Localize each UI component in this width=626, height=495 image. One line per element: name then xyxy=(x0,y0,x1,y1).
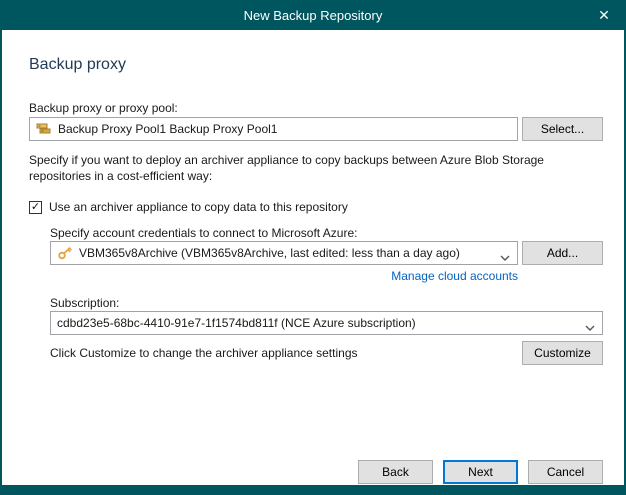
archiver-description: Specify if you want to deploy an archive… xyxy=(29,152,607,184)
add-button[interactable]: Add... xyxy=(522,241,603,265)
next-button[interactable]: Next xyxy=(443,460,518,484)
proxy-input[interactable]: Backup Proxy Pool1 Backup Proxy Pool1 xyxy=(29,117,518,141)
customize-button[interactable]: Customize xyxy=(522,341,603,365)
credentials-value: VBM365v8Archive (VBM365v8Archive, last e… xyxy=(79,246,460,260)
close-icon: ✕ xyxy=(598,7,610,24)
window-bottom-border xyxy=(2,485,624,495)
back-button[interactable]: Back xyxy=(358,460,433,484)
select-button[interactable]: Select... xyxy=(522,117,603,141)
window-title: New Backup Repository xyxy=(244,8,383,23)
chevron-down-icon xyxy=(585,320,595,326)
archiver-checkbox[interactable]: ✓ xyxy=(29,201,42,214)
manage-link-row: Manage cloud accounts xyxy=(50,269,518,283)
cancel-button[interactable]: Cancel xyxy=(528,460,603,484)
credentials-dropdown[interactable]: VBM365v8Archive (VBM365v8Archive, last e… xyxy=(50,241,518,265)
page-title: Backup proxy xyxy=(29,56,126,74)
proxy-pool-icon xyxy=(36,121,52,137)
archiver-checkbox-row: ✓ Use an archiver appliance to copy data… xyxy=(29,200,348,214)
subscription-dropdown[interactable]: cdbd23e5-68bc-4410-91e7-1f1574bd811f (NC… xyxy=(50,311,603,335)
subscription-value: cdbd23e5-68bc-4410-91e7-1f1574bd811f (NC… xyxy=(57,316,416,330)
close-button[interactable]: ✕ xyxy=(588,0,620,30)
proxy-input-value: Backup Proxy Pool1 Backup Proxy Pool1 xyxy=(58,122,277,136)
archiver-checkbox-label: Use an archiver appliance to copy data t… xyxy=(49,200,348,214)
chevron-down-icon xyxy=(500,250,510,256)
new-backup-repository-dialog: New Backup Repository ✕ Backup proxy Bac… xyxy=(0,0,626,495)
key-icon xyxy=(57,245,73,261)
subscription-label: Subscription: xyxy=(50,296,119,310)
titlebar: New Backup Repository ✕ xyxy=(2,0,624,30)
customize-hint: Click Customize to change the archiver a… xyxy=(50,346,358,360)
credentials-label: Specify account credentials to connect t… xyxy=(50,226,358,240)
check-icon: ✓ xyxy=(31,202,40,213)
proxy-pool-label: Backup proxy or proxy pool: xyxy=(29,101,178,115)
manage-cloud-accounts-link[interactable]: Manage cloud accounts xyxy=(391,269,518,283)
